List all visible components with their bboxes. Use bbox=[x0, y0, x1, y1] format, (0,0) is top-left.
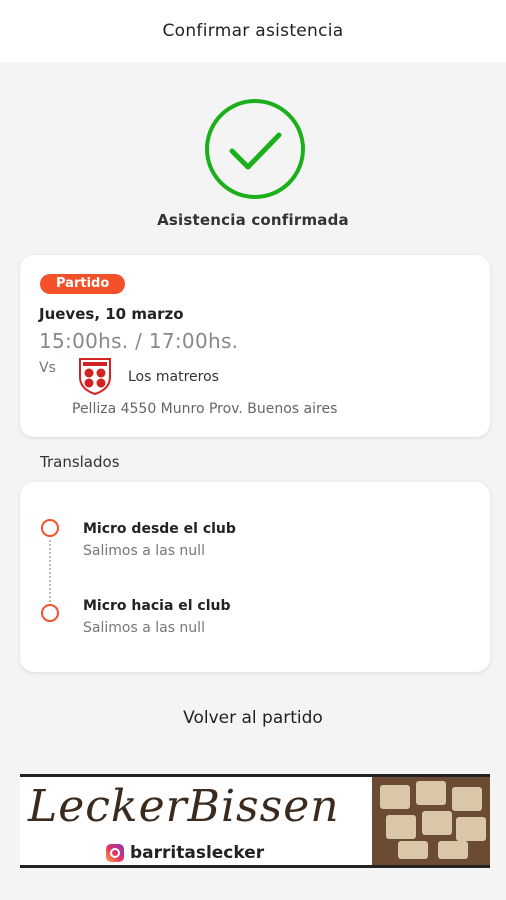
transfer-item-subtitle: Salimos a las null bbox=[83, 620, 205, 636]
instagram-link: barritaslecker bbox=[106, 843, 264, 863]
instagram-icon bbox=[106, 844, 124, 862]
club-crest-icon bbox=[77, 357, 113, 396]
timeline-connector bbox=[49, 540, 51, 602]
opponent-team-name: Los matreros bbox=[128, 369, 219, 385]
timeline-dot-icon bbox=[41, 519, 59, 537]
match-date: Jueves, 10 marzo bbox=[39, 305, 184, 323]
app-header: Confirmar asistencia bbox=[0, 0, 506, 62]
transfer-item-subtitle: Salimos a las null bbox=[83, 543, 205, 559]
match-address: Pelliza 4550 Munro Prov. Buenos aires bbox=[72, 401, 338, 417]
check-circle-icon bbox=[203, 97, 307, 201]
match-type-badge: Partido bbox=[40, 274, 126, 294]
status-message: Asistencia confirmada bbox=[157, 211, 349, 229]
back-to-match-button[interactable]: Volver al partido bbox=[0, 708, 506, 728]
sponsor-banner[interactable]: LeckerBissen barritaslecker bbox=[20, 774, 490, 868]
transfer-item-title: Micro desde el club bbox=[83, 521, 236, 537]
transfers-card: Micro desde el club Salimos a las null M… bbox=[20, 482, 490, 672]
transfers-section-title: Translados bbox=[40, 453, 120, 471]
product-photo bbox=[372, 777, 490, 865]
match-time: 15:00hs. / 17:00hs. bbox=[39, 329, 239, 353]
vs-label: Vs bbox=[39, 360, 56, 376]
match-card: Partido Jueves, 10 marzo 15:00hs. / 17:0… bbox=[20, 255, 490, 437]
instagram-handle: barritaslecker bbox=[130, 843, 265, 863]
page-title: Confirmar asistencia bbox=[162, 21, 344, 41]
timeline-dot-icon bbox=[41, 604, 59, 622]
sponsor-brand: LeckerBissen bbox=[28, 781, 340, 832]
transfer-item-title: Micro hacia el club bbox=[83, 598, 231, 614]
